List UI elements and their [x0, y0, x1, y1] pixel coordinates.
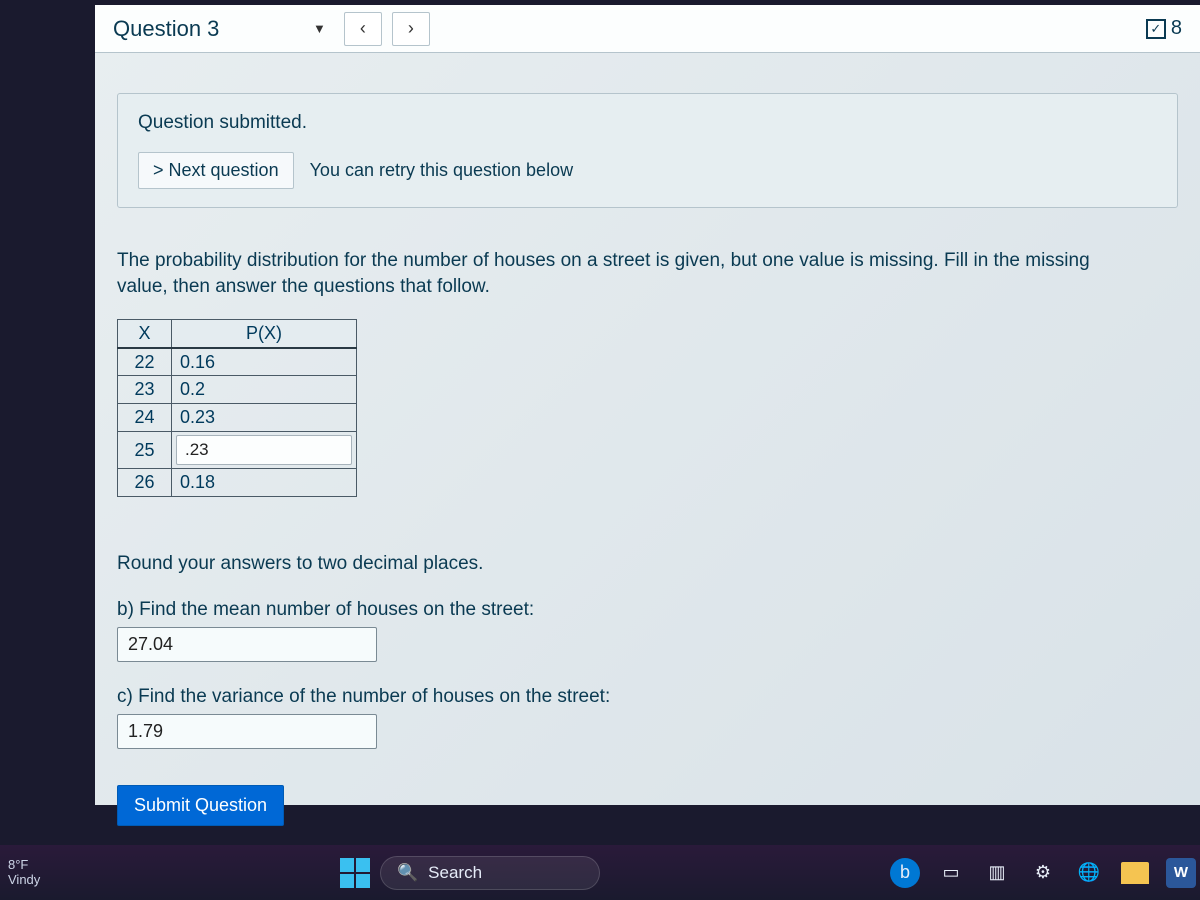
assessment-page: Question 3 ▼ ‹ › ✓ 8 Question submitted.… — [95, 5, 1200, 805]
cell-x: 24 — [118, 404, 172, 432]
check-icon: ✓ — [1146, 19, 1166, 39]
points-value: 8 — [1171, 17, 1182, 40]
cell-px — [172, 432, 357, 469]
cell-px: 0.18 — [172, 469, 357, 497]
windows-taskbar: 8°F Vindy 🔍 Search b ▭ ▥ ⚙ 🌐 W ▦ 🛡 ✂ — [0, 845, 1200, 900]
edge-icon[interactable]: 🌐 — [1074, 858, 1104, 888]
cell-x: 23 — [118, 376, 172, 404]
weather-cond: Vindy — [8, 873, 40, 888]
table-header-px: P(X) — [172, 320, 357, 348]
start-button[interactable] — [340, 858, 370, 888]
next-question-link-button[interactable]: > Next question — [138, 152, 294, 189]
part-c: c) Find the variance of the number of ho… — [117, 686, 1178, 749]
submit-question-button[interactable]: Submit Question — [117, 785, 284, 826]
question-content: Question submitted. > Next question You … — [95, 53, 1200, 846]
question-dropdown-icon[interactable]: ▼ — [313, 21, 326, 36]
submitted-panel: Question submitted. > Next question You … — [117, 93, 1178, 208]
table-row: 240.23 — [118, 404, 357, 432]
search-placeholder: Search — [428, 863, 482, 883]
retry-hint: You can retry this question below — [310, 160, 574, 181]
taskbar-weather[interactable]: 8°F Vindy — [8, 858, 40, 888]
table-header-x: X — [118, 320, 172, 348]
cell-px: 0.23 — [172, 404, 357, 432]
widgets-icon[interactable]: ▥ — [982, 858, 1012, 888]
rounding-instruction: Round your answers to two decimal places… — [117, 553, 1178, 575]
points-badge: ✓ 8 — [1146, 17, 1182, 40]
question-prompt: The probability distribution for the num… — [117, 248, 1117, 299]
taskbar-app-icon[interactable]: b — [890, 858, 920, 888]
part-c-label: c) Find the variance of the number of ho… — [117, 686, 1178, 708]
distribution-table: X P(X) 220.16230.2240.2325260.18 — [117, 319, 357, 497]
search-icon: 🔍 — [397, 863, 418, 883]
table-row: 230.2 — [118, 376, 357, 404]
table-row: 260.18 — [118, 469, 357, 497]
submitted-label: Question submitted. — [138, 112, 1157, 134]
question-header: Question 3 ▼ ‹ › ✓ 8 — [95, 5, 1200, 53]
cell-x: 26 — [118, 469, 172, 497]
mean-input[interactable] — [117, 627, 377, 662]
table-row: 25 — [118, 432, 357, 469]
weather-temp: 8°F — [8, 858, 40, 873]
missing-probability-input[interactable] — [176, 435, 352, 465]
settings-icon[interactable]: ⚙ — [1028, 858, 1058, 888]
part-b-label: b) Find the mean number of houses on the… — [117, 599, 1178, 621]
question-title: Question 3 — [113, 16, 303, 42]
part-b: b) Find the mean number of houses on the… — [117, 599, 1178, 662]
cell-x: 22 — [118, 348, 172, 376]
cell-x: 25 — [118, 432, 172, 469]
file-explorer-icon[interactable] — [1120, 858, 1150, 888]
word-icon[interactable]: W — [1166, 858, 1196, 888]
cell-px: 0.16 — [172, 348, 357, 376]
table-row: 220.16 — [118, 348, 357, 376]
prev-question-button[interactable]: ‹ — [344, 12, 382, 46]
table-body: 220.16230.2240.2325260.18 — [118, 348, 357, 497]
task-view-icon[interactable]: ▭ — [936, 858, 966, 888]
next-question-button[interactable]: › — [392, 12, 430, 46]
next-question-row: > Next question You can retry this quest… — [138, 152, 1157, 189]
cell-px: 0.2 — [172, 376, 357, 404]
taskbar-search[interactable]: 🔍 Search — [380, 856, 600, 890]
variance-input[interactable] — [117, 714, 377, 749]
